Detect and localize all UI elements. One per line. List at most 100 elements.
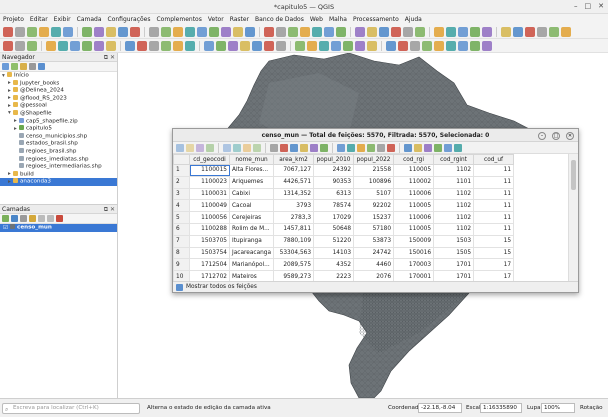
main-tool-25-icon[interactable]: [324, 26, 334, 37]
menu-item-5[interactable]: Complementos: [156, 16, 201, 23]
edit-tool-31-icon[interactable]: [410, 40, 420, 51]
table-cell[interactable]: 15: [473, 246, 515, 260]
edit-tool-17-icon[interactable]: [228, 40, 238, 51]
table-cell[interactable]: 15237: [353, 211, 395, 224]
table-cell[interactable]: 2783,3: [273, 211, 315, 224]
table-cell[interactable]: 78574: [313, 199, 355, 213]
table-cell[interactable]: 7067,127: [273, 164, 315, 177]
attribute-table-titlebar[interactable]: censo_mun — Total de feições: 5570, Filt…: [173, 129, 578, 142]
attr-tool-16-icon[interactable]: [357, 143, 365, 152]
edit-tool-16-icon[interactable]: [216, 40, 226, 51]
edit-tool-3-icon[interactable]: [46, 40, 56, 51]
table-row[interactable]: 4 1100049 Cacoal 3793 78574 92202 110005 1102 11: [173, 199, 515, 213]
attr-tool-13-icon[interactable]: [320, 143, 328, 152]
edit-tool-36-icon[interactable]: [470, 40, 480, 51]
row-number[interactable]: 7: [173, 234, 190, 248]
edit-tool-21-icon[interactable]: [276, 40, 286, 51]
table-cell[interactable]: 110006: [393, 187, 435, 201]
table-cell[interactable]: 100896: [353, 175, 395, 189]
attr-tool-4-icon[interactable]: [223, 143, 231, 152]
table-cell[interactable]: 1503: [433, 234, 475, 248]
main-tool-14-icon[interactable]: [185, 26, 195, 37]
main-tool-12-icon[interactable]: [161, 26, 171, 37]
table-cell[interactable]: 1101: [433, 175, 475, 189]
table-row[interactable]: 1 1100015 Alta Flores... 7067,127 24392 21558…: [173, 164, 515, 177]
navigator-item[interactable]: ▸ @Delinea_2024: [0, 87, 117, 95]
table-cell[interactable]: 53873: [353, 234, 395, 248]
attr-tool-9-icon[interactable]: [280, 143, 288, 152]
attr-tool-24-icon[interactable]: [444, 143, 452, 152]
table-cell[interactable]: 90353: [313, 175, 355, 189]
coordinate-field[interactable]: -22.18,-8.04: [418, 403, 462, 413]
menu-item-4[interactable]: Configurações: [108, 16, 151, 23]
table-cell[interactable]: 7880,109: [273, 234, 315, 248]
row-number[interactable]: 2: [173, 175, 190, 189]
filter-legend-icon[interactable]: [29, 215, 36, 222]
vertical-scrollbar[interactable]: [568, 154, 578, 282]
menu-item-1[interactable]: Editar: [30, 16, 48, 23]
table-cell[interactable]: 11: [473, 175, 515, 189]
main-tool-8-icon[interactable]: [106, 26, 116, 37]
column-header[interactable]: area_km2: [273, 154, 315, 165]
edit-tool-10-icon[interactable]: [137, 40, 147, 51]
table-cell[interactable]: 14103: [313, 246, 355, 260]
table-cell[interactable]: 110005: [393, 164, 435, 177]
main-tool-27-icon[interactable]: [355, 26, 365, 37]
attr-tool-14-icon[interactable]: [337, 143, 345, 152]
edit-tool-20-icon[interactable]: [264, 40, 274, 51]
minimize-button[interactable]: –: [574, 2, 578, 10]
table-cell[interactable]: 11: [473, 211, 515, 224]
edit-tool-19-icon[interactable]: [252, 40, 262, 51]
table-row[interactable]: 8 1503754 Jacareacanga 53304,563 14103 24742 1…: [173, 246, 515, 260]
attr-tool-17-icon[interactable]: [367, 143, 375, 152]
main-tool-29-icon[interactable]: [379, 26, 389, 37]
main-tool-17-icon[interactable]: [221, 26, 231, 37]
edit-tool-5-icon[interactable]: [70, 40, 80, 51]
main-tool-19-icon[interactable]: [245, 26, 255, 37]
menu-item-2[interactable]: Exibir: [54, 16, 71, 23]
edit-tool-11-icon[interactable]: [149, 40, 159, 51]
panel-close-icon[interactable]: ⧉ ✕: [104, 205, 115, 214]
filter-icon[interactable]: [20, 63, 27, 70]
table-cell[interactable]: 53304,563: [273, 246, 315, 260]
attr-tool-1-icon[interactable]: [186, 143, 194, 152]
table-cell[interactable]: 51220: [313, 234, 355, 248]
navigator-item[interactable]: regioes_brasil.shp: [0, 147, 117, 156]
table-row[interactable]: 9 1712504 Marianópol... 2089,575 4352 4460 170…: [173, 258, 515, 272]
table-cell[interactable]: 170003: [393, 258, 435, 272]
column-header[interactable]: cd_geocodi: [189, 154, 230, 165]
attr-tool-6-icon[interactable]: [243, 143, 251, 152]
refresh-icon[interactable]: [2, 63, 9, 70]
edit-tool-22-icon[interactable]: [295, 40, 305, 51]
attr-tool-0-icon[interactable]: [176, 143, 184, 152]
table-row[interactable]: 6 1100288 Rolim de M... 1457,811 50648 57180 1…: [173, 222, 515, 236]
table-cell[interactable]: Marianópol...: [228, 258, 275, 272]
table-row[interactable]: 7 1503705 Itupiranga 7880,109 51220 53873 1500…: [173, 234, 515, 248]
table-cell[interactable]: 1102: [433, 199, 475, 213]
show-all-features-button[interactable]: Mostrar todos os feições: [186, 284, 257, 290]
attr-tool-11-icon[interactable]: [300, 143, 308, 152]
menu-item-6[interactable]: Vetor: [208, 16, 224, 23]
row-number[interactable]: 5: [173, 211, 190, 224]
table-cell[interactable]: 1314,352: [273, 187, 315, 201]
table-cell[interactable]: 4352: [313, 258, 355, 272]
table-cell[interactable]: 11: [473, 164, 515, 177]
attr-tool-22-icon[interactable]: [424, 143, 432, 152]
row-number[interactable]: 8: [173, 246, 190, 260]
table-cell[interactable]: 110006: [393, 211, 435, 224]
table-cell[interactable]: 1100288: [189, 222, 230, 236]
table-cell[interactable]: 4426,571: [273, 175, 315, 189]
collapse-all-icon[interactable]: [47, 215, 54, 222]
table-cell[interactable]: 3793: [273, 199, 315, 213]
edit-tool-15-icon[interactable]: [204, 40, 214, 51]
column-header[interactable]: cod_rgi: [393, 154, 435, 165]
main-tool-30-icon[interactable]: [391, 26, 401, 37]
table-cell[interactable]: Jacareacanga: [228, 246, 275, 260]
main-tool-35-icon[interactable]: [458, 26, 468, 37]
main-tool-32-icon[interactable]: [415, 26, 425, 37]
menu-item-9[interactable]: Web: [310, 16, 323, 23]
attr-tool-19-icon[interactable]: [387, 143, 395, 152]
main-tool-36-icon[interactable]: [470, 26, 480, 37]
table-cell[interactable]: 1503705: [189, 234, 230, 248]
collapse-icon[interactable]: [29, 63, 36, 70]
